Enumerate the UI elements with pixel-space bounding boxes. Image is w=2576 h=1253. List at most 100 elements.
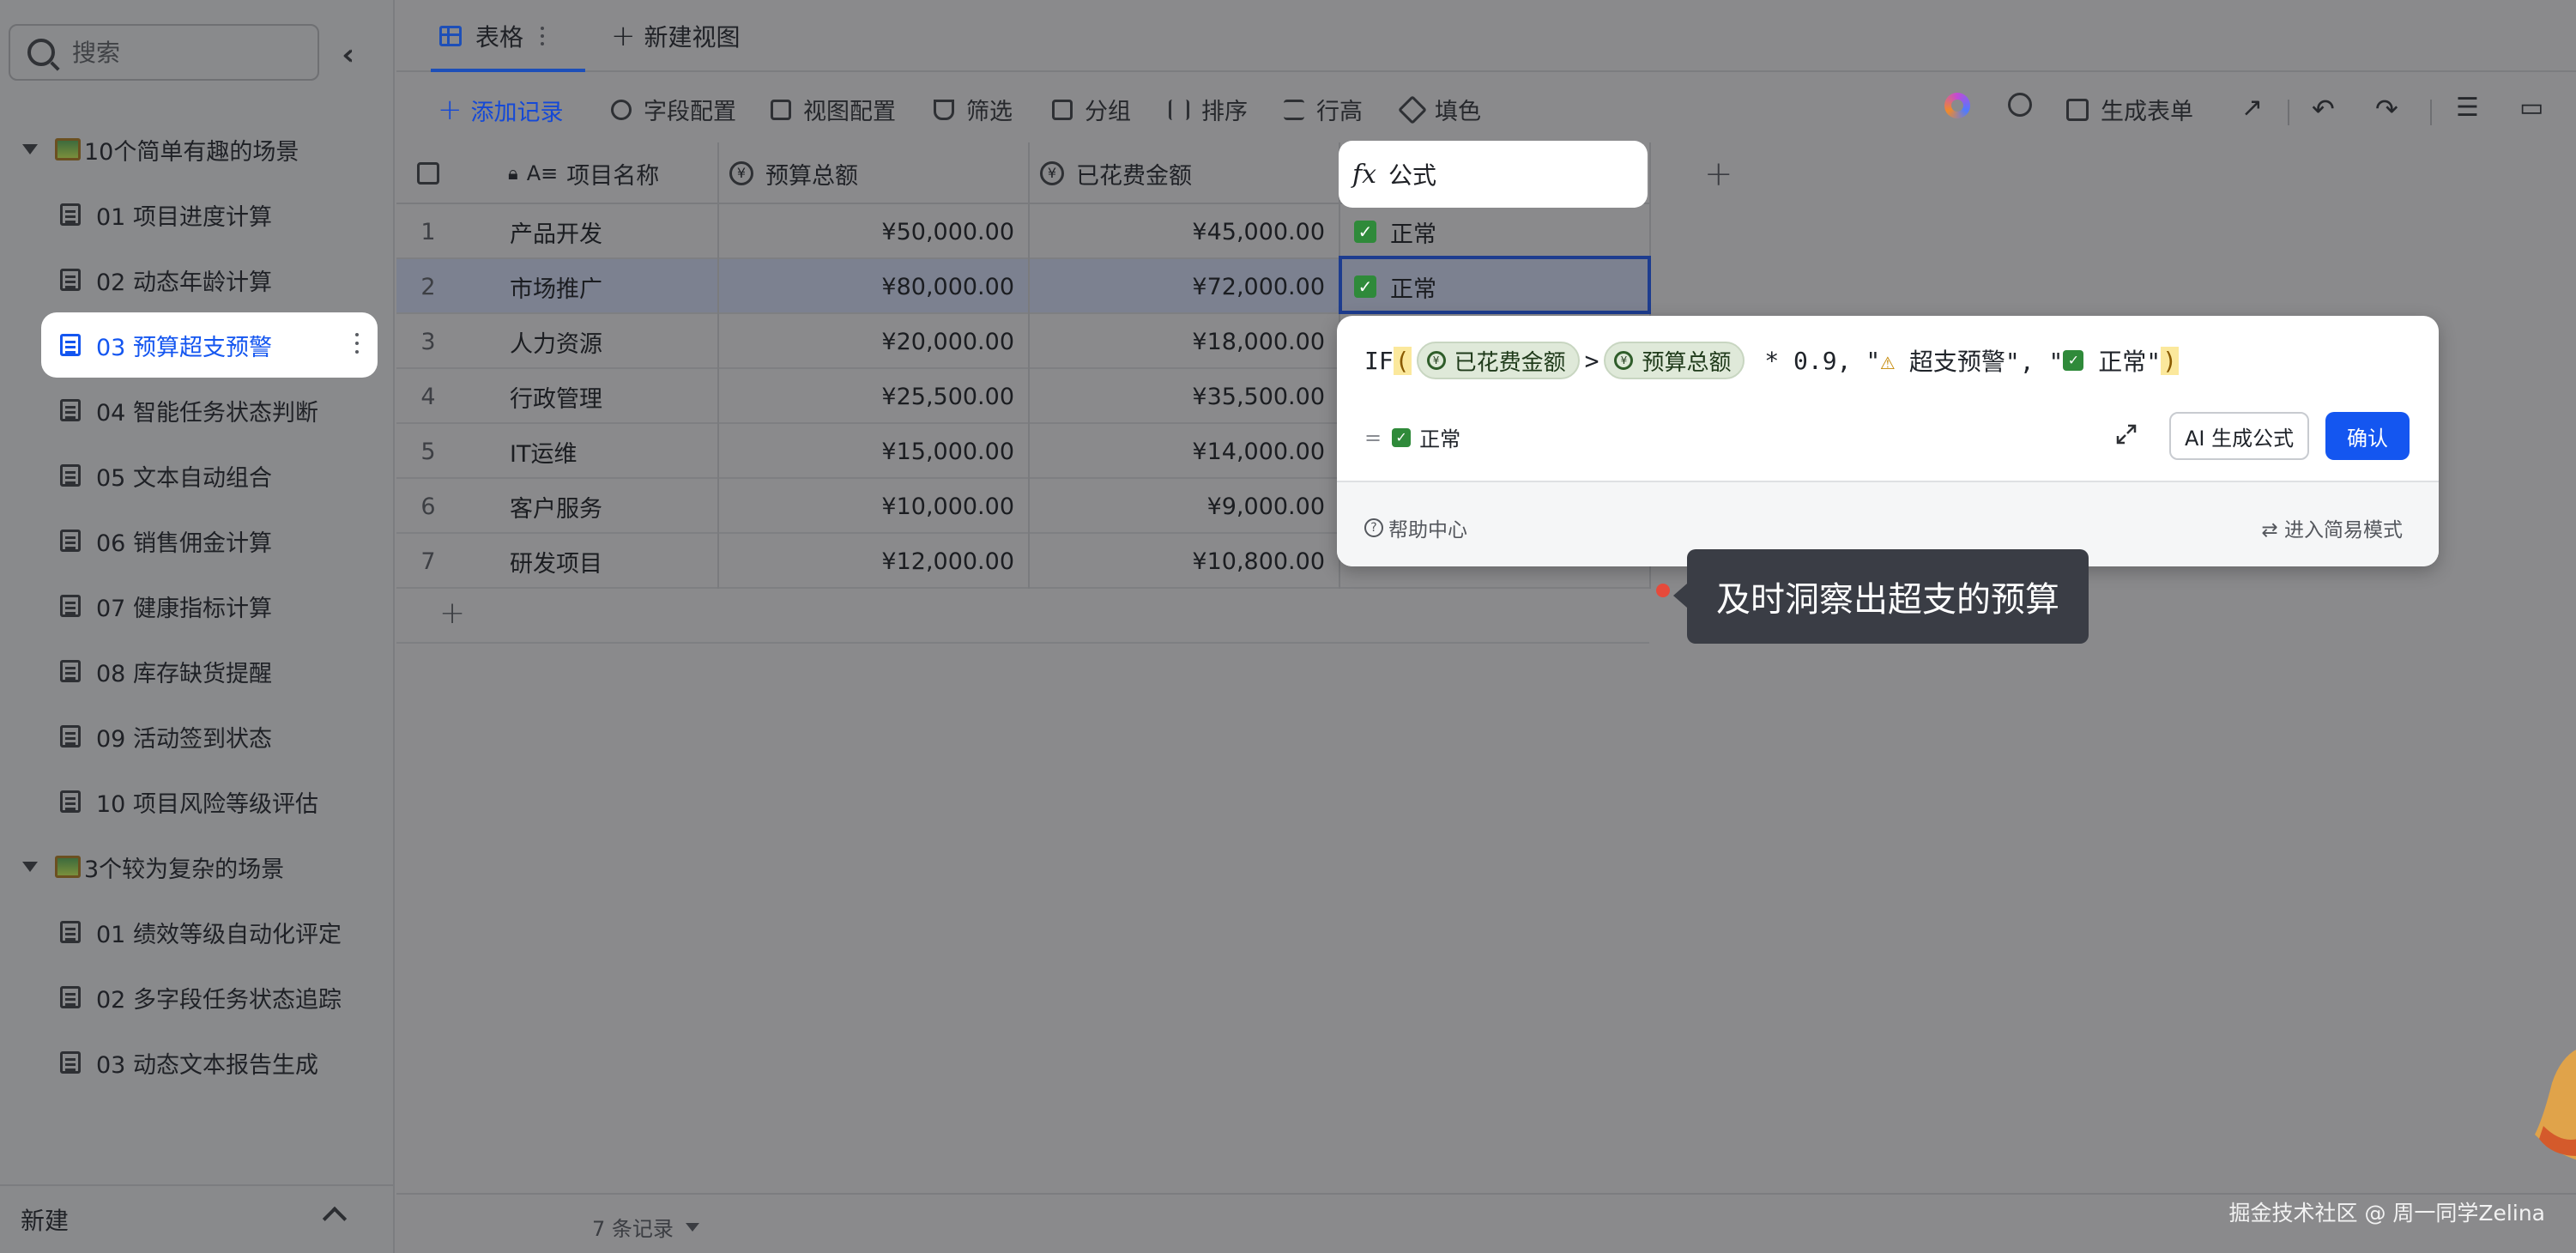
column-header-spent[interactable]: ¥ 已花费金额 (1030, 142, 1340, 204)
undo-button[interactable]: ↶ (2312, 93, 2335, 125)
view-config-button[interactable]: 视图配置 (771, 93, 896, 126)
ai-assistant-button[interactable] (1944, 93, 1970, 118)
search-box[interactable] (9, 24, 319, 81)
caret-down-icon[interactable] (22, 862, 38, 872)
more-vertical-icon[interactable] (541, 34, 545, 38)
select-all-checkbox[interactable] (417, 162, 439, 185)
cell-name[interactable]: 产品开发 (396, 204, 719, 259)
cell-spent[interactable]: ¥18,000.00 (1030, 314, 1340, 369)
expand-icon[interactable] (2114, 422, 2138, 446)
field-config-label: 字段配置 (644, 99, 736, 125)
new-button[interactable]: 新建 (21, 1202, 69, 1237)
field-chip-budget[interactable]: ¥ 预算总额 (1604, 342, 1745, 379)
sidebar-item-label: 09 活动签到状态 (96, 725, 272, 753)
caret-down-icon[interactable] (22, 144, 38, 154)
generate-form-button[interactable]: 生成表单 (2066, 93, 2193, 126)
tab-table[interactable]: 表格 (439, 19, 545, 53)
cell-budget[interactable]: ¥12,000.00 (719, 534, 1030, 589)
sidebar-item[interactable]: 02 动态年龄计算 (0, 247, 395, 312)
filter-button[interactable]: 筛选 (934, 93, 1013, 126)
chip-label: 预算总额 (1642, 349, 1732, 376)
cell-formula[interactable]: ✓ 正常 (1340, 204, 1651, 259)
sidebar-item-label: 02 动态年龄计算 (96, 269, 272, 296)
cell-name[interactable]: 市场推广 (396, 259, 719, 314)
toolbar-divider (2288, 100, 2289, 125)
cell-budget[interactable]: ¥10,000.00 (719, 479, 1030, 534)
field-config-button[interactable]: 字段配置 (611, 93, 736, 126)
cell-spent[interactable]: ¥9,000.00 (1030, 479, 1340, 534)
add-column-button[interactable]: + (1704, 154, 1733, 194)
sidebar-item[interactable]: 06 销售佣金计算 (0, 508, 395, 573)
add-record-button[interactable]: + 添加记录 (438, 93, 564, 127)
undo-icon: ↶ (2312, 93, 2335, 125)
share-button[interactable]: ↗ (2241, 93, 2263, 123)
sidebar-footer[interactable]: 新建 (0, 1184, 395, 1253)
cell-spent[interactable]: ¥72,000.00 (1030, 259, 1340, 314)
redo-icon: ↷ (2375, 93, 2398, 125)
add-row-button[interactable]: + (439, 596, 465, 631)
cell-name[interactable]: 研发项目 (396, 534, 719, 589)
table-row[interactable]: 1 产品开发 ¥50,000.00 ¥45,000.00 ✓ 正常 (396, 204, 1651, 259)
sidebar-item[interactable]: 09 活动签到状态 (0, 704, 395, 769)
cell-name[interactable]: 行政管理 (396, 369, 719, 424)
sidebar-item-active[interactable]: 03 预算超支预警 (41, 312, 378, 378)
cell-budget[interactable]: ¥80,000.00 (719, 259, 1030, 314)
sidebar-item[interactable]: 05 文本自动组合 (0, 443, 395, 508)
annotation-dot (1656, 584, 1670, 597)
cell-budget[interactable]: ¥50,000.00 (719, 204, 1030, 259)
collapse-sidebar-icon[interactable]: ‹‹ (342, 38, 355, 72)
find-button[interactable]: ☰ (2456, 93, 2479, 123)
formula-expression[interactable]: IF(¥ 已花费金额 > ¥ 预算总额 * 0.9, " ⚠ 超支预警", " ✓ 正常"… (1364, 342, 2179, 379)
caret-down-icon (685, 1222, 699, 1232)
open-paren: ( (1393, 346, 1412, 375)
sidebar-item-label: 02 多字段任务状态追踪 (96, 986, 342, 1014)
sidebar-item[interactable]: 01 项目进度计算 (0, 182, 395, 247)
cell-budget[interactable]: ¥20,000.00 (719, 314, 1030, 369)
simple-mode-link[interactable]: ⇄ 进入简易模式 (2261, 513, 2403, 542)
sidebar-item[interactable]: 01 绩效等级自动化评定 (0, 899, 395, 965)
comment-button[interactable]: ▭ (2519, 93, 2543, 123)
sidebar-item[interactable]: 08 库存缺货提醒 (0, 639, 395, 704)
cell-name[interactable]: 人力资源 (396, 314, 719, 369)
column-header-budget[interactable]: ¥ 预算总额 (719, 142, 1030, 204)
row-height-button[interactable]: 行高 (1284, 93, 1363, 126)
cell-name[interactable]: IT运维 (396, 424, 719, 479)
toolbar-divider (2430, 100, 2432, 125)
column-header-formula[interactable]: fx 公式 (1339, 141, 1648, 208)
sidebar-item[interactable]: 10 项目风险等级评估 (0, 769, 395, 834)
sidebar-item[interactable]: 02 多字段任务状态追踪 (0, 965, 395, 1030)
cell-spent[interactable]: ¥35,500.00 (1030, 369, 1340, 424)
select-all-cell[interactable] (396, 142, 460, 204)
cell-spent[interactable]: ¥14,000.00 (1030, 424, 1340, 479)
row-height-icon (1284, 99, 1304, 120)
help-center-link[interactable]: ? 帮助中心 (1364, 513, 1467, 542)
ai-generate-formula-button[interactable]: AI 生成公式 (2169, 412, 2310, 460)
cell-name[interactable]: 客户服务 (396, 479, 719, 534)
confirm-button[interactable]: 确认 (2325, 412, 2410, 460)
cell-budget[interactable]: ¥25,500.00 (719, 369, 1030, 424)
sort-button[interactable]: 排序 (1169, 93, 1248, 126)
sidebar-item[interactable]: 04 智能任务状态判断 (0, 378, 395, 443)
history-button[interactable] (2008, 93, 2032, 117)
redo-button[interactable]: ↷ (2375, 93, 2398, 125)
new-view-button[interactable]: + 新建视图 (611, 19, 741, 53)
cell-spent[interactable]: ¥10,800.00 (1030, 534, 1340, 589)
table-doc-icon (60, 464, 81, 487)
group-simple-scenarios[interactable]: 10个简单有趣的场景 (0, 117, 395, 182)
sidebar-item[interactable]: 03 动态文本报告生成 (0, 1030, 395, 1095)
group-icon (1052, 99, 1073, 120)
chevron-up-icon[interactable] (322, 1206, 348, 1232)
record-count-dropdown[interactable]: 7 条记录 (592, 1212, 699, 1242)
column-header-name[interactable]: 🔒︎ A≡ 项目名称 (460, 142, 719, 204)
more-vertical-icon[interactable] (355, 333, 359, 336)
group-button[interactable]: 分组 (1052, 93, 1131, 126)
group-complex-scenarios[interactable]: 3个较为复杂的场景 (0, 834, 395, 899)
field-chip-spent[interactable]: ¥ 已花费金额 (1416, 342, 1580, 379)
cell-budget[interactable]: ¥15,000.00 (719, 424, 1030, 479)
search-input[interactable] (72, 38, 295, 67)
cell-spent[interactable]: ¥45,000.00 (1030, 204, 1340, 259)
sidebar-item[interactable]: 07 健康指标计算 (0, 573, 395, 639)
fill-color-button[interactable]: 填色 (1398, 93, 1481, 126)
main-area: 表格 + 新建视图 + 添加记录 字段配置 视图配置 筛选 分组 排序 行高 填色… (396, 0, 2576, 1253)
table-doc-icon (60, 660, 81, 682)
